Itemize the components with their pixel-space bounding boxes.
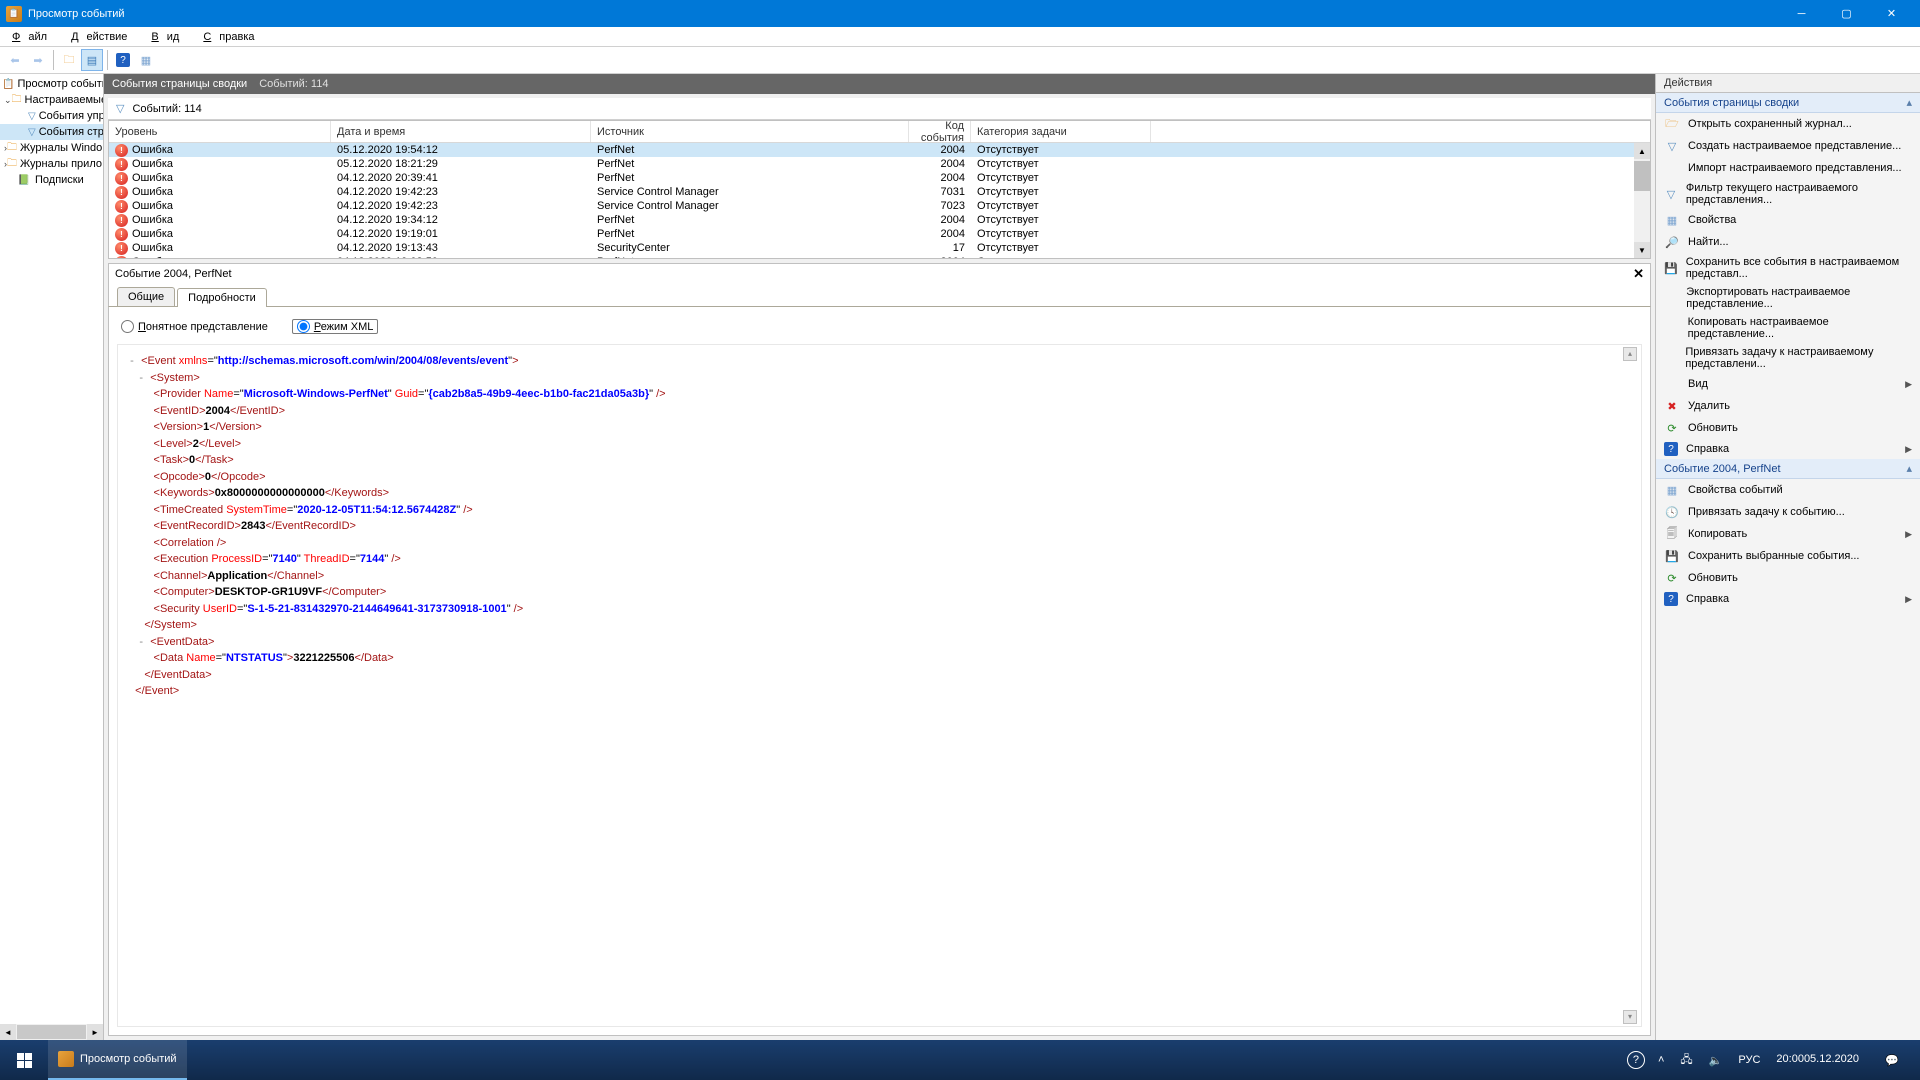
events-list: !Ошибка05.12.2020 19:54:12PerfNet2004Отс…: [109, 143, 1650, 258]
tab-general[interactable]: Общие: [117, 287, 175, 306]
window-titlebar: 📋 Просмотр событий ─ ▢ ✕: [0, 0, 1920, 27]
detail-close-button[interactable]: ✕: [1633, 266, 1644, 282]
menu-action[interactable]: Действие: [63, 29, 143, 45]
taskbar-app[interactable]: Просмотр событий: [48, 1040, 187, 1080]
tray-network-icon[interactable]: 🖧: [1677, 1040, 1695, 1080]
tray-chevron-icon[interactable]: ˄: [1655, 1040, 1667, 1080]
action-view-submenu[interactable]: Вид▶: [1656, 373, 1920, 395]
action-filter-current-view[interactable]: ▽Фильтр текущего настраиваемого представ…: [1656, 179, 1920, 209]
taskbar-app-label: Просмотр событий: [80, 1053, 177, 1065]
action-refresh[interactable]: ⟳Обновить: [1656, 417, 1920, 439]
event-row[interactable]: !Ошибка04.12.2020 19:42:23Service Contro…: [109, 199, 1650, 213]
tree-windows-logs[interactable]: ›🗀Журналы Windo: [0, 140, 103, 156]
app-icon: 📋: [6, 6, 22, 22]
close-button[interactable]: ✕: [1869, 0, 1914, 27]
event-row[interactable]: !Ошибка04.12.2020 19:34:12PerfNet2004Отс…: [109, 213, 1650, 227]
action-delete[interactable]: ✖Удалить: [1656, 395, 1920, 417]
actions-section-event[interactable]: Событие 2004, PerfNet▴: [1656, 459, 1920, 479]
center-header: События страницы сводки Событий: 114: [104, 74, 1655, 94]
xml-view: ▴▾ - <Event xmlns="http://schemas.micros…: [117, 344, 1642, 1027]
toolbar-preview[interactable]: ▤: [81, 49, 103, 71]
tree-custom-summary[interactable]: ▽События стр: [0, 124, 103, 140]
action-copy-view[interactable]: Копировать настраиваемое представление..…: [1656, 313, 1920, 343]
action-refresh-event[interactable]: ⟳Обновить: [1656, 567, 1920, 589]
action-create-custom-view[interactable]: ▽Создать настраиваемое представление...: [1656, 135, 1920, 157]
event-row[interactable]: !Ошибка04.12.2020 19:13:43SecurityCenter…: [109, 241, 1650, 255]
tree-root[interactable]: 📋Просмотр событий: [0, 76, 103, 92]
tray-language[interactable]: РУС: [1735, 1040, 1763, 1080]
col-level[interactable]: Уровень: [109, 121, 331, 142]
action-open-saved-log[interactable]: 🗁Открыть сохраненный журнал...: [1656, 113, 1920, 135]
taskbar: Просмотр событий ? ˄ 🖧 🔈 РУС 20:0005.12.…: [0, 1040, 1920, 1080]
action-help[interactable]: ?Справка▶: [1656, 439, 1920, 459]
col-date[interactable]: Дата и время: [331, 121, 591, 142]
tray-volume-icon[interactable]: 🔈: [1706, 1040, 1726, 1080]
action-help-event[interactable]: ?Справка▶: [1656, 589, 1920, 609]
actions-pane: Действия События страницы сводки▴ 🗁Откры…: [1655, 74, 1920, 1040]
center-heading: События страницы сводки: [112, 78, 247, 90]
detail-body: Понятное представление Режим XML ▴▾ - <E…: [108, 306, 1651, 1036]
forward-button[interactable]: ➡: [27, 49, 49, 71]
detail-title: Событие 2004, PerfNet: [115, 268, 1633, 280]
menubar: Файл Действие Вид Справка: [0, 27, 1920, 47]
toolbar-help[interactable]: ?: [112, 49, 134, 71]
tab-details[interactable]: Подробности: [177, 288, 267, 307]
event-row[interactable]: !Ошибка05.12.2020 18:21:29PerfNet2004Отс…: [109, 157, 1650, 171]
tree-custom-views[interactable]: ⌄🗀Настраиваемые: [0, 92, 103, 108]
action-import-custom-view[interactable]: Импорт настраиваемого представления...: [1656, 157, 1920, 179]
action-attach-task-event[interactable]: 🕓Привязать задачу к событию...: [1656, 501, 1920, 523]
tree-hscrollbar[interactable]: ◄►: [0, 1024, 103, 1040]
col-code[interactable]: Код события: [909, 121, 971, 142]
action-properties[interactable]: ▦Свойства: [1656, 209, 1920, 231]
toolbar: ⬅ ➡ 🗀 ▤ ? ▦: [0, 47, 1920, 74]
action-attach-task-view[interactable]: Привязать задачу к настраиваемому предст…: [1656, 343, 1920, 373]
detail-header: Событие 2004, PerfNet ✕: [108, 263, 1651, 283]
tray-notifications-icon[interactable]: 💬: [1872, 1040, 1912, 1080]
xml-vscrollbar[interactable]: ▴▾: [1623, 347, 1639, 1024]
tray-clock[interactable]: 20:0005.12.2020: [1773, 1040, 1862, 1080]
filter-count: Событий: 114: [132, 103, 201, 115]
event-row[interactable]: !Ошибка05.12.2020 19:54:12PerfNet2004Отс…: [109, 143, 1650, 157]
radio-friendly[interactable]: Понятное представление: [121, 319, 268, 334]
actions-title: Действия: [1656, 74, 1920, 93]
toolbar-properties[interactable]: ▦: [135, 49, 157, 71]
action-copy[interactable]: 🗐Копировать▶: [1656, 523, 1920, 545]
filter-icon: ▽: [116, 102, 124, 115]
minimize-button[interactable]: ─: [1779, 0, 1824, 27]
action-event-properties[interactable]: ▦Свойства событий: [1656, 479, 1920, 501]
action-save-all-events[interactable]: 💾Сохранить все события в настраиваемом п…: [1656, 253, 1920, 283]
menu-help[interactable]: Справка: [195, 29, 270, 45]
menu-file[interactable]: Файл: [4, 29, 63, 45]
taskbar-app-icon: [58, 1051, 74, 1067]
navigation-tree: 📋Просмотр событий ⌄🗀Настраиваемые ▽Событ…: [0, 74, 104, 1040]
tree-custom-admin[interactable]: ▽События упр: [0, 108, 103, 124]
start-button[interactable]: [0, 1040, 48, 1080]
col-source[interactable]: Источник: [591, 121, 909, 142]
action-save-selected[interactable]: 💾Сохранить выбранные события...: [1656, 545, 1920, 567]
menu-view[interactable]: Вид: [143, 29, 195, 45]
back-button[interactable]: ⬅: [4, 49, 26, 71]
toolbar-show-tree[interactable]: 🗀: [58, 49, 80, 71]
event-row[interactable]: !Ошибка04.12.2020 19:08:50PerfNet2004Отс…: [109, 255, 1650, 258]
action-export-view[interactable]: Экспортировать настраиваемое представлен…: [1656, 283, 1920, 313]
events-vscrollbar[interactable]: ▲▼: [1634, 143, 1650, 258]
tray-help-icon[interactable]: ?: [1627, 1051, 1645, 1069]
event-row[interactable]: !Ошибка04.12.2020 19:19:01PerfNet2004Отс…: [109, 227, 1650, 241]
event-row[interactable]: !Ошибка04.12.2020 19:42:23Service Contro…: [109, 185, 1650, 199]
action-find[interactable]: 🔎Найти...: [1656, 231, 1920, 253]
filter-bar: ▽ Событий: 114: [108, 98, 1651, 120]
col-category[interactable]: Категория задачи: [971, 121, 1151, 142]
maximize-button[interactable]: ▢: [1824, 0, 1869, 27]
actions-section-view[interactable]: События страницы сводки▴: [1656, 93, 1920, 113]
detail-tabs: Общие Подробности: [108, 283, 1651, 306]
event-row[interactable]: !Ошибка04.12.2020 20:39:41PerfNet2004Отс…: [109, 171, 1650, 185]
window-title: Просмотр событий: [28, 8, 1779, 20]
center-count: Событий: 114: [259, 78, 328, 90]
events-header: Уровень Дата и время Источник Код событи…: [109, 121, 1650, 143]
tree-subscriptions[interactable]: 📗Подписки: [0, 172, 103, 188]
tree-app-logs[interactable]: ›🗀Журналы прило: [0, 156, 103, 172]
radio-xml[interactable]: Режим XML: [292, 319, 379, 334]
